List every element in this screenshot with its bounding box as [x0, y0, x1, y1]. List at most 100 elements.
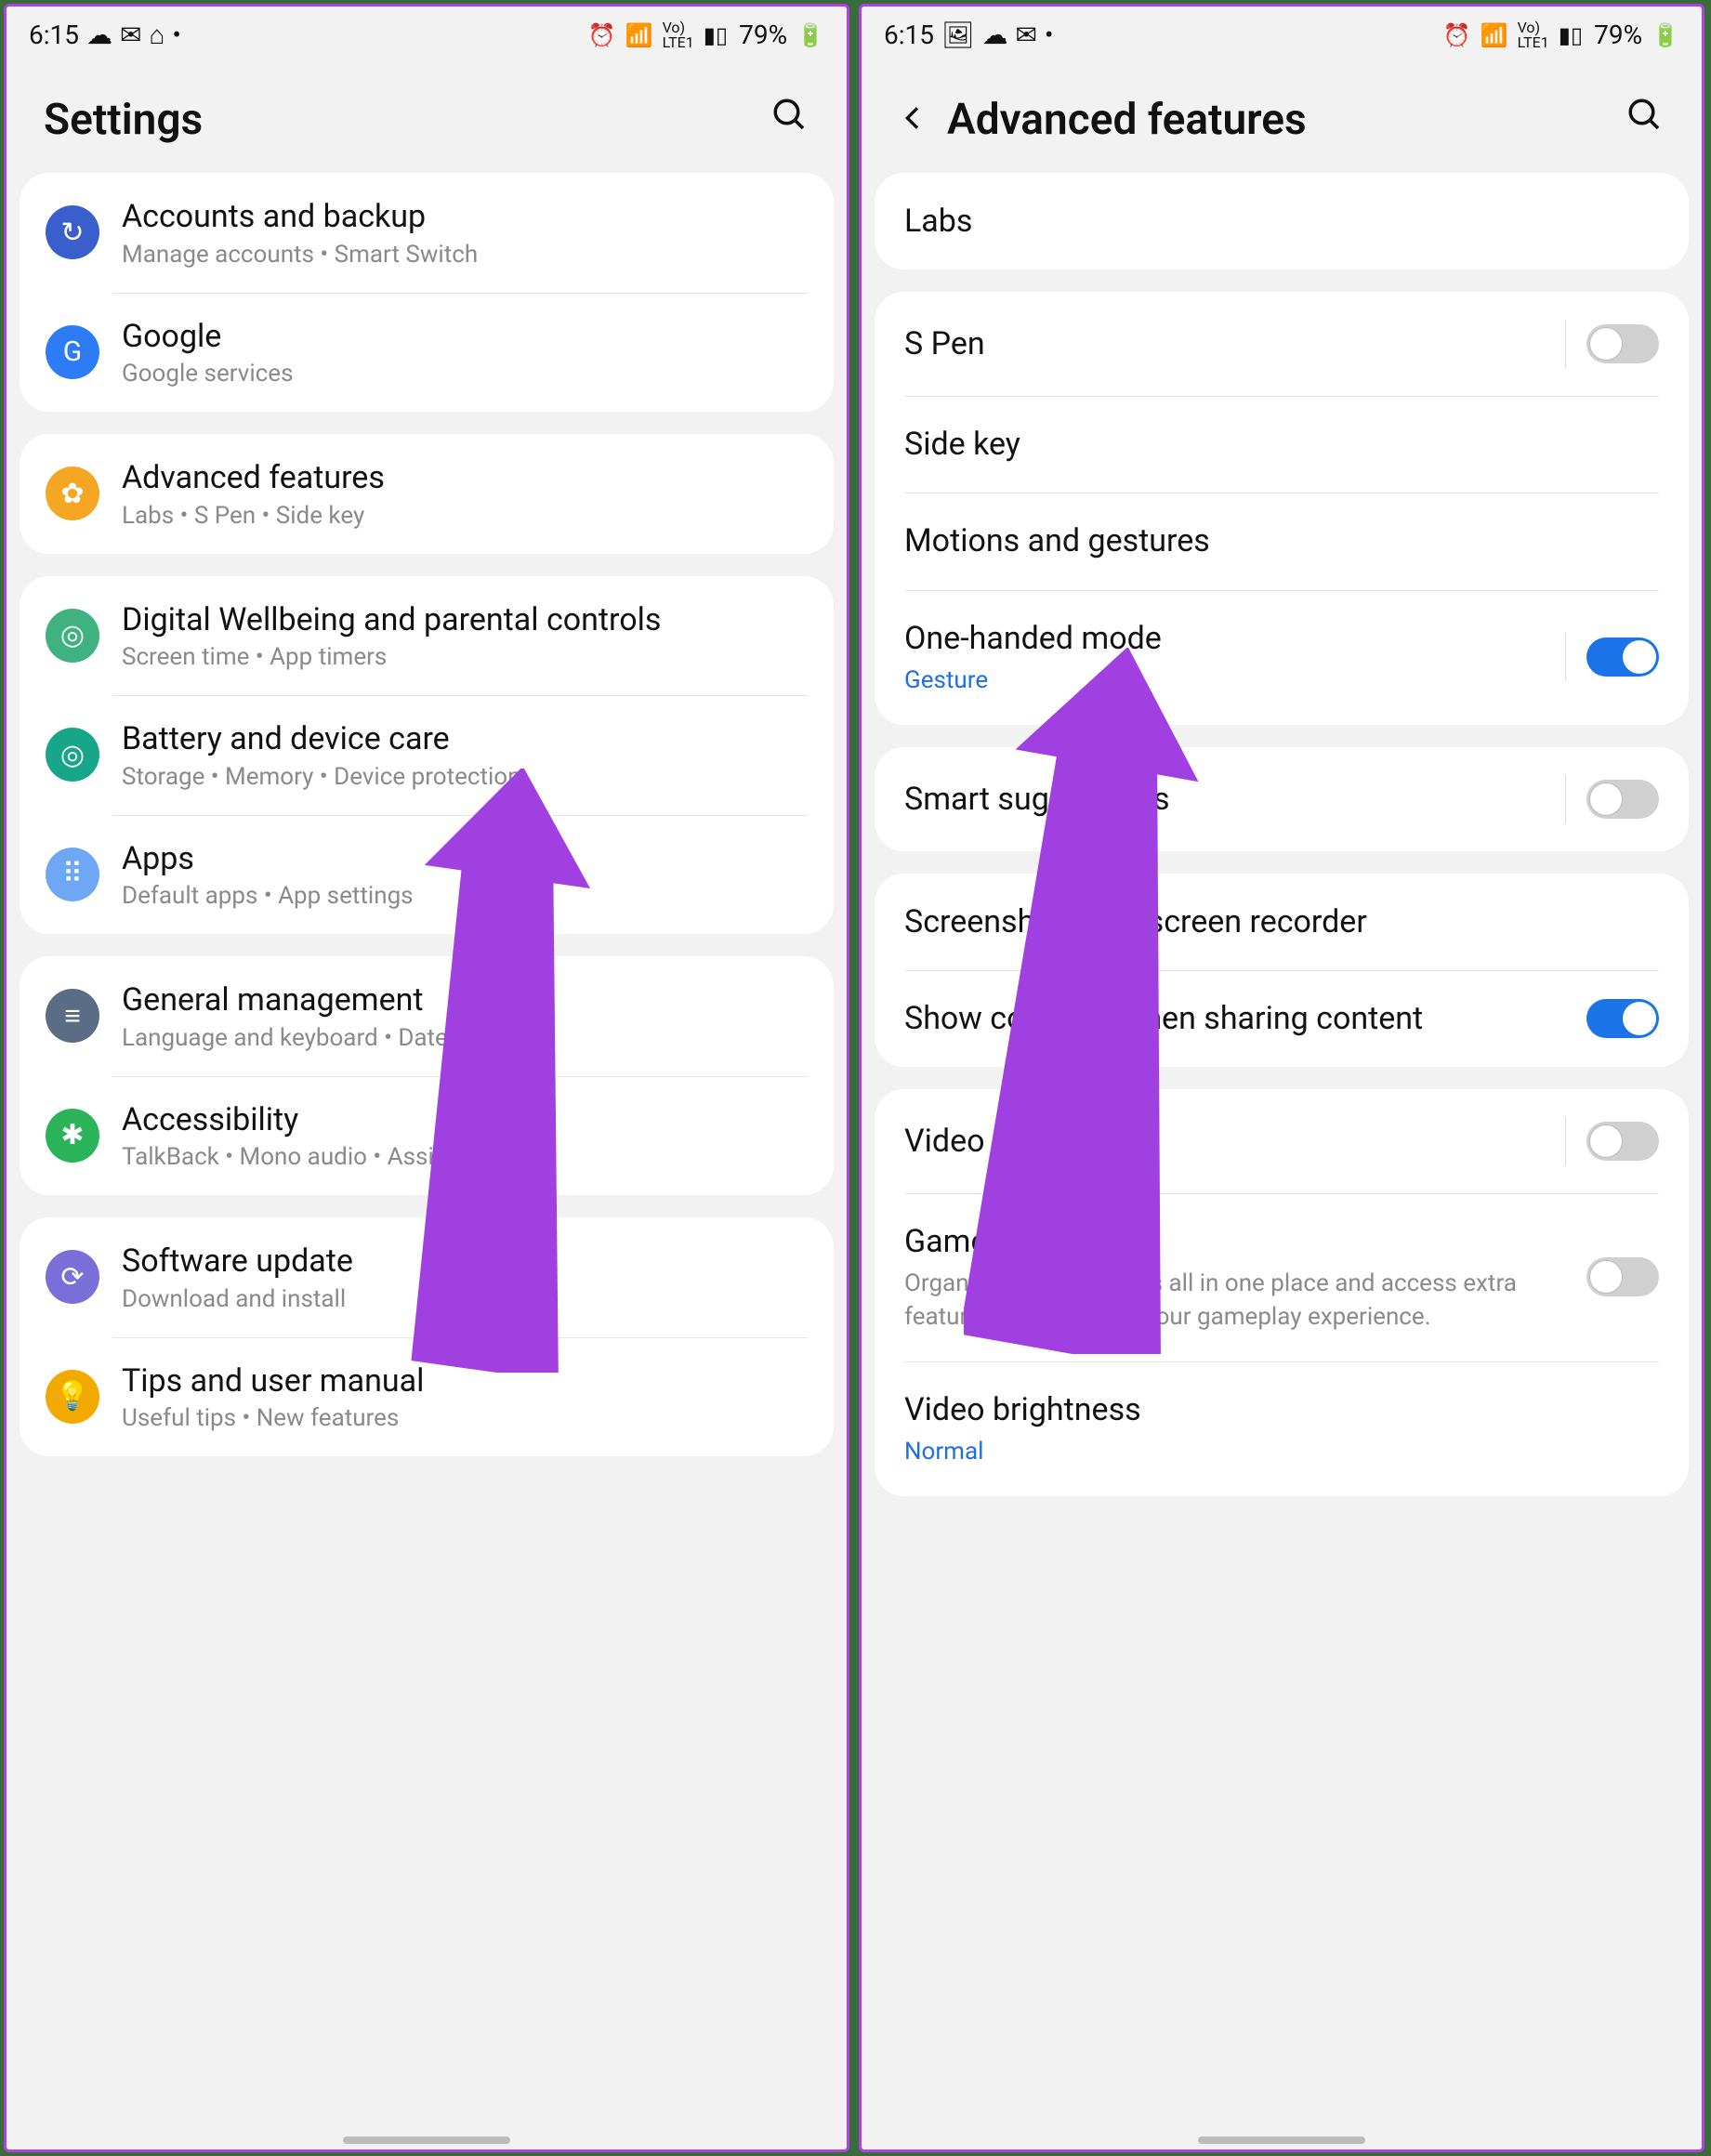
settings-item-sub: Screen time • App timers	[122, 643, 808, 671]
volte-icon: Vo)LTE1	[1518, 20, 1549, 50]
signal-icon: ▮▯	[704, 22, 728, 48]
advanced-item-title: Video brightness	[904, 1389, 1644, 1430]
settings-icon: ✱	[46, 1109, 99, 1163]
advanced-item-title: Smart suggestions	[904, 779, 1550, 820]
toggle-switch[interactable]	[1586, 1257, 1659, 1296]
advanced-item-title: Screenshots and screen recorder	[904, 901, 1644, 942]
advanced-item[interactable]: Smart suggestions	[875, 747, 1689, 851]
advanced-group: Labs	[875, 173, 1689, 270]
page-title: Advanced features	[947, 95, 1307, 145]
page-title: Settings	[44, 95, 203, 145]
settings-item[interactable]: G Google Google services	[20, 293, 834, 413]
volte-icon: Vo)LTE1	[663, 20, 694, 50]
status-bar: 6:15 ☁ ✉ ⌂ • ⏰ 📶 Vo)LTE1 ▮▯ 79% 🔋	[7, 7, 847, 58]
mail-icon: ✉	[120, 20, 141, 50]
advanced-item[interactable]: Motions and gestures	[875, 493, 1689, 589]
settings-item[interactable]: ⠿AppsDefault apps • App settings	[20, 815, 834, 935]
advanced-item-sub: Gesture	[904, 664, 1550, 697]
cloud-icon: ☁	[86, 20, 112, 50]
advanced-item[interactable]: Screenshots and screen recorder	[875, 874, 1689, 970]
settings-item-sub: Labs • S Pen • Side key	[122, 502, 808, 530]
advanced-item[interactable]: Game Launcher Organise all your games all…	[875, 1193, 1689, 1361]
settings-group: ✿Advanced featuresLabs • S Pen • Side ke…	[20, 434, 834, 554]
divider	[1565, 320, 1566, 368]
settings-icon: ◎	[46, 728, 99, 782]
settings-item-title: Tips and user manual	[122, 1361, 808, 1401]
settings-item[interactable]: ✿Advanced featuresLabs • S Pen • Side ke…	[20, 434, 834, 554]
settings-item-sub: Default apps • App settings	[122, 882, 808, 910]
settings-group: ↻Accounts and backupManage accounts • Sm…	[20, 173, 834, 412]
header: Settings	[7, 58, 847, 173]
advanced-group: Smart suggestions	[875, 747, 1689, 851]
advanced-item[interactable]: One-handed mode Gesture	[875, 590, 1689, 725]
home-icon: ⌂	[149, 20, 165, 50]
toggle-switch[interactable]	[1586, 999, 1659, 1038]
settings-item[interactable]: 💡Tips and user manualUseful tips • New f…	[20, 1337, 834, 1457]
battery-icon: 🔋	[796, 22, 824, 48]
settings-item-sub: Manage accounts • Smart Switch	[122, 241, 808, 269]
advanced-item[interactable]: Video brightnessNormal	[875, 1361, 1689, 1496]
settings-icon: ↻	[46, 205, 99, 259]
divider	[1565, 1117, 1566, 1165]
back-button[interactable]	[899, 99, 928, 142]
settings-item-sub: Google services	[122, 360, 808, 388]
advanced-item-title: Game Launcher	[904, 1221, 1572, 1262]
settings-group: ≡General managementLanguage and keyboard…	[20, 956, 834, 1195]
header: Advanced features	[862, 58, 1702, 173]
divider	[1565, 633, 1566, 681]
settings-item[interactable]: ◎ Battery and device care Storage • Memory…	[20, 695, 834, 815]
advanced-item[interactable]: S Pen	[875, 292, 1689, 396]
settings-icon: ⟳	[46, 1250, 99, 1304]
advanced-item-sub: Organise all your games all in one place…	[904, 1268, 1572, 1333]
battery-icon: 🔋	[1652, 22, 1679, 48]
settings-item-title: General management	[122, 980, 808, 1020]
status-time: 6:15	[884, 20, 934, 50]
search-icon[interactable]	[1625, 96, 1665, 144]
settings-item[interactable]: ✱ Accessibility TalkBack • Mono audio • As…	[20, 1076, 834, 1196]
alarm-icon: ⏰	[1443, 22, 1471, 48]
settings-item-sub: Storage • Memory • Device protection	[122, 763, 808, 791]
divider	[1565, 775, 1566, 823]
wifi-icon: 📶	[625, 22, 653, 48]
signal-icon: ▮▯	[1559, 22, 1583, 48]
settings-item-title: Digital Wellbeing and parental controls	[122, 600, 808, 640]
battery-percent: 79%	[739, 20, 787, 50]
advanced-item-title: Labs	[904, 201, 1644, 242]
toggle-switch[interactable]	[1586, 780, 1659, 819]
advanced-item[interactable]: Show contacts when sharing content	[875, 970, 1689, 1067]
dot-icon: •	[1045, 20, 1053, 50]
settings-item-sub: TalkBack • Mono audio • Assistant menu	[122, 1143, 808, 1171]
advanced-item[interactable]: Video call effects	[875, 1089, 1689, 1193]
advanced-item-title: Video call effects	[904, 1121, 1550, 1162]
wifi-icon: 📶	[1481, 22, 1508, 48]
dot-icon: •	[172, 20, 180, 50]
advanced-item[interactable]: Side key	[875, 396, 1689, 493]
settings-item[interactable]: ≡General managementLanguage and keyboard…	[20, 956, 834, 1076]
advanced-item[interactable]: Labs	[875, 173, 1689, 270]
advanced-item-title: S Pen	[904, 323, 1550, 364]
advanced-item-title: One-handed mode	[904, 618, 1550, 659]
alarm-icon: ⏰	[588, 22, 616, 48]
mail-icon: ✉	[1016, 20, 1037, 50]
settings-item-title: Google	[122, 317, 808, 357]
nav-handle[interactable]	[343, 2136, 510, 2144]
nav-handle[interactable]	[1198, 2136, 1365, 2144]
settings-item-title: Advanced features	[122, 458, 808, 498]
toggle-switch[interactable]	[1586, 638, 1659, 677]
settings-icon: G	[46, 325, 99, 379]
toggle-switch[interactable]	[1586, 324, 1659, 363]
status-bar: 6:15 🖼 ☁ ✉ • ⏰ 📶 Vo)LTE1 ▮▯ 79% 🔋	[862, 7, 1702, 58]
advanced-item-title: Show contacts when sharing content	[904, 998, 1572, 1039]
search-icon[interactable]	[770, 96, 809, 144]
settings-item-title: Accessibility	[122, 1100, 808, 1140]
toggle-switch[interactable]	[1586, 1122, 1659, 1161]
settings-item[interactable]: ↻Accounts and backupManage accounts • Sm…	[20, 173, 834, 293]
settings-item[interactable]: ⟳Software updateDownload and install	[20, 1217, 834, 1337]
advanced-item-title: Side key	[904, 424, 1644, 465]
settings-item[interactable]: ◎Digital Wellbeing and parental controls…	[20, 576, 834, 696]
cloud-icon: ☁	[982, 20, 1008, 50]
advanced-group: S Pen Side key Motions and gestures One-han…	[875, 292, 1689, 725]
advanced-item-title: Motions and gestures	[904, 520, 1644, 561]
settings-item-title: Battery and device care	[122, 719, 808, 759]
settings-item-title: Software update	[122, 1242, 808, 1282]
